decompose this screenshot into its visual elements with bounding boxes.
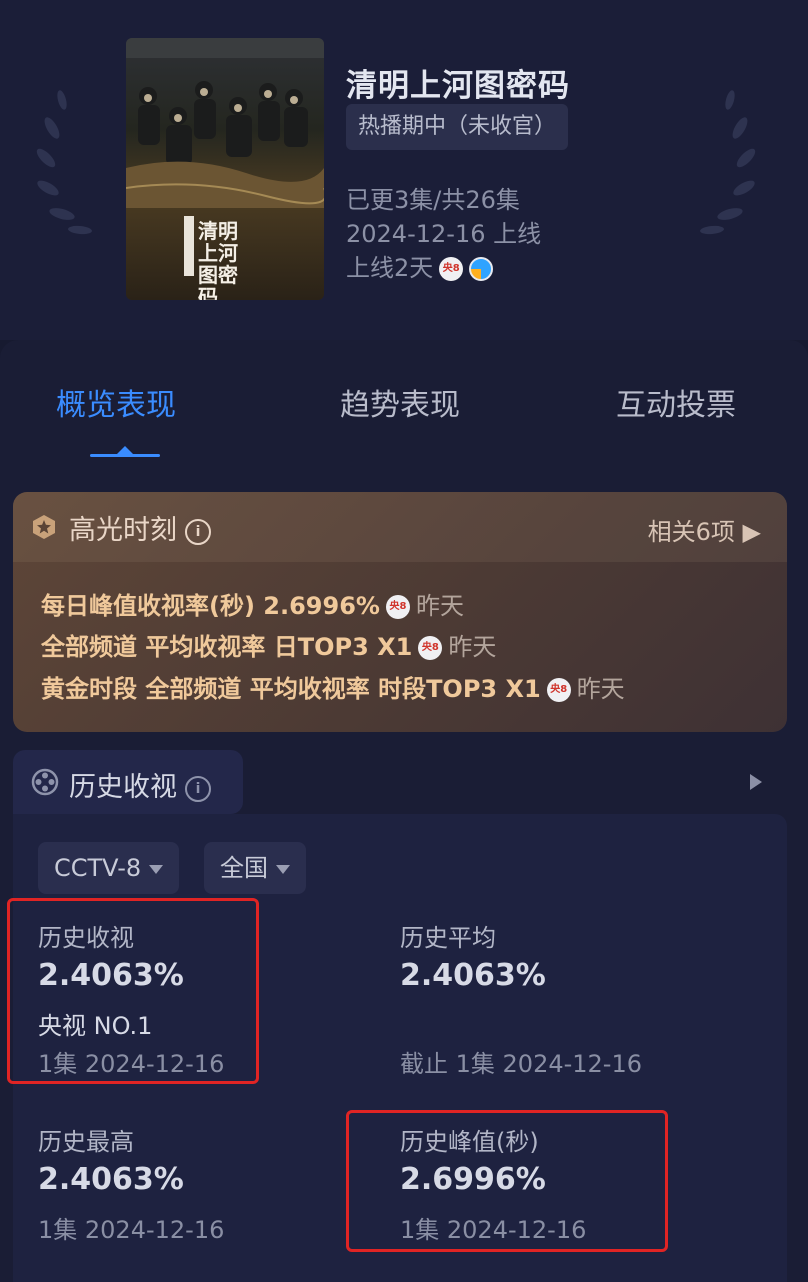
cctv8-channel-icon: 央8 bbox=[385, 595, 410, 619]
channel-select[interactable]: CCTV-8 bbox=[38, 842, 180, 894]
highlight-item: 全部频道 平均收视率 日TOP3 X1 央8 昨天 bbox=[41, 633, 497, 661]
tab-indicator bbox=[90, 454, 160, 457]
show-poster[interactable]: 清明上河图密码 bbox=[126, 38, 324, 300]
highlight-card: 高光时刻 i 相关6项 ▶ 每日峰值收视率(秒) 2.6996% 央8 昨天 全部频道… bbox=[13, 492, 787, 732]
chevron-down-icon bbox=[276, 864, 290, 874]
days-online-row: 上线2天 央8 bbox=[346, 248, 494, 283]
tab-vote[interactable]: 互动投票 bbox=[616, 380, 736, 424]
tab-indicator-caret bbox=[117, 446, 133, 454]
highlight-title: 高光时刻 i bbox=[69, 508, 211, 547]
status-badge: 热播期中（未收官） bbox=[346, 104, 569, 150]
stat-label: 历史平均 bbox=[400, 924, 496, 952]
premiere-date: 2024-12-16 上线 bbox=[346, 220, 542, 248]
related-items-link[interactable]: 相关6项 ▶ bbox=[648, 512, 761, 547]
cctv8-channel-icon: 央8 bbox=[546, 678, 571, 702]
history-expand-arrow[interactable] bbox=[750, 774, 762, 790]
stat-label: 历史最高 bbox=[38, 1128, 134, 1156]
stat-date: 截止 1集 2024-12-16 bbox=[400, 1050, 643, 1078]
streaming-app-icon[interactable] bbox=[469, 257, 494, 281]
tab-overview[interactable]: 概览表现 bbox=[56, 380, 176, 424]
show-header: 清明上河图密码 清明上河图密码 热播期中（未收官） 已更3集/共26集 2024… bbox=[0, 0, 808, 340]
film-reel-icon bbox=[31, 768, 59, 796]
stat-value: 2.4063% bbox=[38, 1162, 184, 1197]
stat-value: 2.4063% bbox=[400, 958, 546, 993]
info-icon[interactable]: i bbox=[185, 775, 211, 802]
info-icon[interactable]: i bbox=[185, 518, 211, 545]
cctv8-channel-icon: 央8 bbox=[439, 257, 464, 281]
highlight-item: 黄金时段 全部频道 平均收视率 时段TOP3 X1 央8 昨天 bbox=[41, 675, 625, 703]
poster-title: 清明上河图密码 bbox=[198, 219, 238, 300]
region-select[interactable]: 全国 bbox=[204, 842, 306, 894]
laurel-left-icon bbox=[36, 90, 92, 235]
episode-count: 已更3集/共26集 bbox=[346, 186, 520, 214]
stat-date: 1集 2024-12-16 bbox=[38, 1216, 225, 1244]
laurel-right-icon bbox=[700, 90, 756, 235]
annotation-box bbox=[346, 1110, 668, 1252]
cctv8-channel-icon: 央8 bbox=[418, 636, 443, 660]
history-title: 历史收视 i bbox=[69, 765, 211, 804]
annotation-box bbox=[7, 898, 259, 1084]
history-section-tab[interactable]: 历史收视 i bbox=[13, 750, 243, 814]
tab-trend[interactable]: 趋势表现 bbox=[340, 380, 460, 424]
star-badge-icon bbox=[33, 515, 55, 539]
chevron-down-icon bbox=[149, 864, 164, 874]
show-title: 清明上河图密码 bbox=[346, 68, 570, 104]
days-online: 上线2天 bbox=[346, 254, 434, 282]
highlight-item: 每日峰值收视率(秒) 2.6996% 央8 昨天 bbox=[41, 592, 464, 620]
